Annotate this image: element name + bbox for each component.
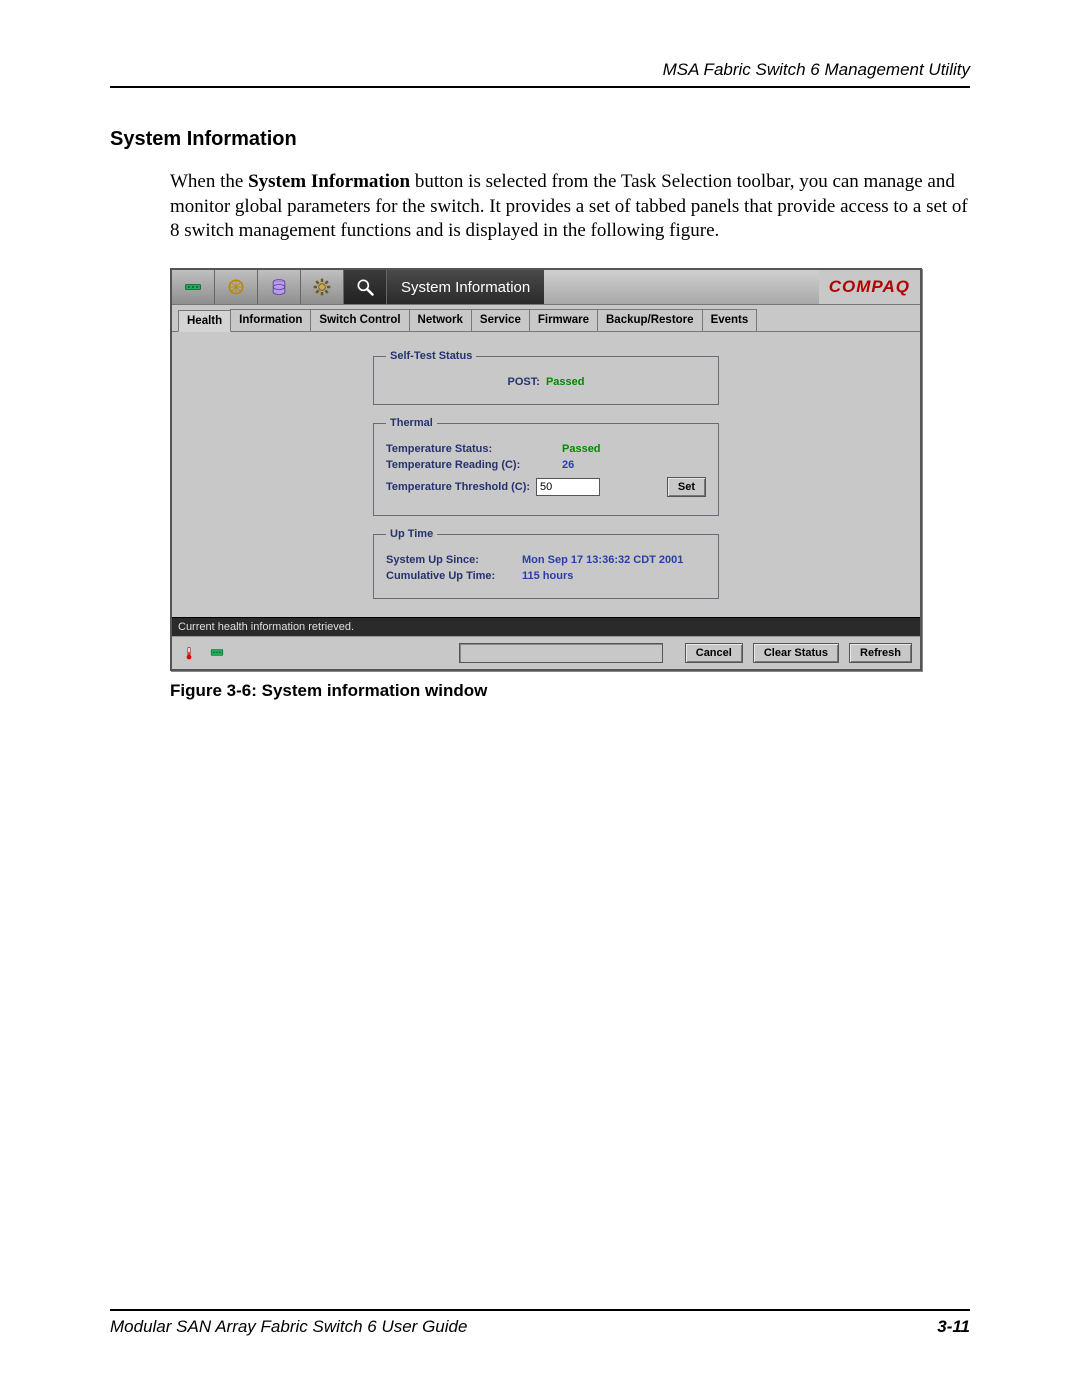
selftest-group: Self-Test Status POST: Passed: [373, 350, 719, 405]
tab-network[interactable]: Network: [409, 309, 472, 331]
system-info-icon[interactable]: [344, 270, 387, 304]
temp-threshold-label: Temperature Threshold (C):: [386, 481, 530, 493]
set-button[interactable]: Set: [667, 477, 706, 497]
temp-reading-label: Temperature Reading (C):: [386, 459, 556, 471]
header-bar: System Information COMPAQ: [172, 270, 920, 305]
toolbar-icons: [172, 270, 387, 304]
body-text-strong: System Information: [248, 171, 410, 192]
uptime-cum-value: 115 hours: [522, 570, 573, 582]
tab-information[interactable]: Information: [230, 309, 311, 331]
temp-status-value: Passed: [562, 443, 601, 455]
tab-strip: Health Information Switch Control Networ…: [172, 305, 920, 332]
temp-threshold-input[interactable]: [536, 478, 600, 496]
tab-health[interactable]: Health: [178, 310, 231, 332]
gear-icon[interactable]: [301, 270, 344, 304]
post-value: Passed: [546, 376, 585, 388]
uptime-since-label: System Up Since:: [386, 554, 516, 566]
selftest-legend: Self-Test Status: [386, 350, 476, 362]
switch-mini-icon: [208, 644, 226, 662]
refresh-button[interactable]: Refresh: [849, 643, 912, 663]
body-text-pre: When the: [170, 171, 248, 192]
database-icon[interactable]: [258, 270, 301, 304]
brand-logo: COMPAQ: [819, 270, 920, 304]
clear-status-button[interactable]: Clear Status: [753, 643, 839, 663]
body-paragraph: When the System Information button is se…: [170, 170, 970, 244]
cancel-button[interactable]: Cancel: [685, 643, 743, 663]
system-information-window: System Information COMPAQ Health Informa…: [170, 268, 922, 671]
tab-service[interactable]: Service: [471, 309, 530, 331]
temp-reading-value: 26: [562, 459, 574, 471]
thermal-legend: Thermal: [386, 417, 437, 429]
uptime-legend: Up Time: [386, 528, 437, 540]
section-title: System Information: [110, 128, 970, 151]
uptime-since-value: Mon Sep 17 13:36:32 CDT 2001: [522, 554, 683, 566]
footer-left: Modular SAN Array Fabric Switch 6 User G…: [110, 1317, 467, 1337]
tab-switch-control[interactable]: Switch Control: [310, 309, 409, 331]
progress-bar: [459, 643, 662, 663]
footer-page-number: 3-11: [937, 1317, 970, 1337]
switch-icon[interactable]: [172, 270, 215, 304]
figure-caption: Figure 3-6: System information window: [170, 681, 970, 701]
window-title: System Information: [387, 270, 544, 304]
tab-firmware[interactable]: Firmware: [529, 309, 598, 331]
uptime-group: Up Time System Up Since: Mon Sep 17 13:3…: [373, 528, 719, 599]
post-label: POST:: [508, 376, 540, 388]
temp-status-label: Temperature Status:: [386, 443, 556, 455]
thermometer-icon: [180, 644, 198, 662]
status-message: Current health information retrieved.: [172, 617, 920, 636]
bottom-bar: Cancel Clear Status Refresh: [172, 636, 920, 669]
health-panel: Self-Test Status POST: Passed Thermal Te…: [172, 332, 920, 617]
running-header: MSA Fabric Switch 6 Management Utility: [110, 60, 970, 88]
tab-events[interactable]: Events: [702, 309, 758, 331]
tab-backup-restore[interactable]: Backup/Restore: [597, 309, 703, 331]
fabric-icon[interactable]: [215, 270, 258, 304]
uptime-cum-label: Cumulative Up Time:: [386, 570, 516, 582]
page-footer: Modular SAN Array Fabric Switch 6 User G…: [110, 1309, 970, 1337]
thermal-group: Thermal Temperature Status: Passed Tempe…: [373, 417, 719, 516]
